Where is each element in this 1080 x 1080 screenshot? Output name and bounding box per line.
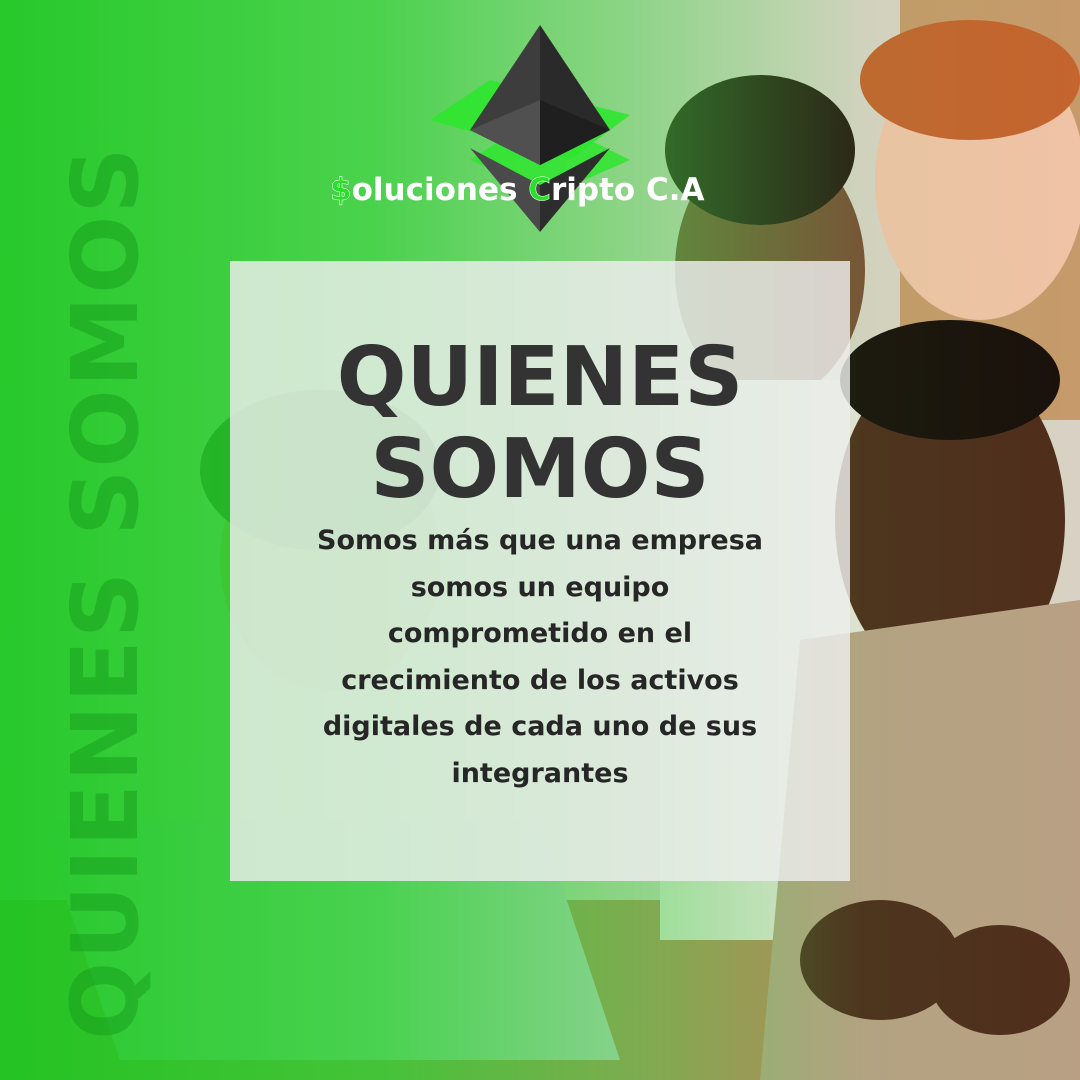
vertical-watermark-text: QUIENES SOMOS: [52, 145, 159, 1040]
description-text: Somos más que una empresa somos un equip…: [317, 525, 763, 789]
brand-accent-c: C: [528, 172, 551, 209]
headline-line1: QUIENES: [336, 330, 744, 425]
headline-line2: SOMOS: [370, 422, 710, 517]
brand-name-part2: ripto C.A: [550, 172, 705, 208]
brand-name: $oluciones Cripto C.A: [330, 172, 750, 209]
post-canvas: QUIENES SOMOS $oluciones Cripto C.A QUIE…: [0, 0, 1080, 1080]
brand-name-part1: oluciones: [351, 172, 529, 208]
headline: QUIENES SOMOS: [230, 332, 850, 516]
brand-accent-dollar: $: [330, 172, 352, 209]
